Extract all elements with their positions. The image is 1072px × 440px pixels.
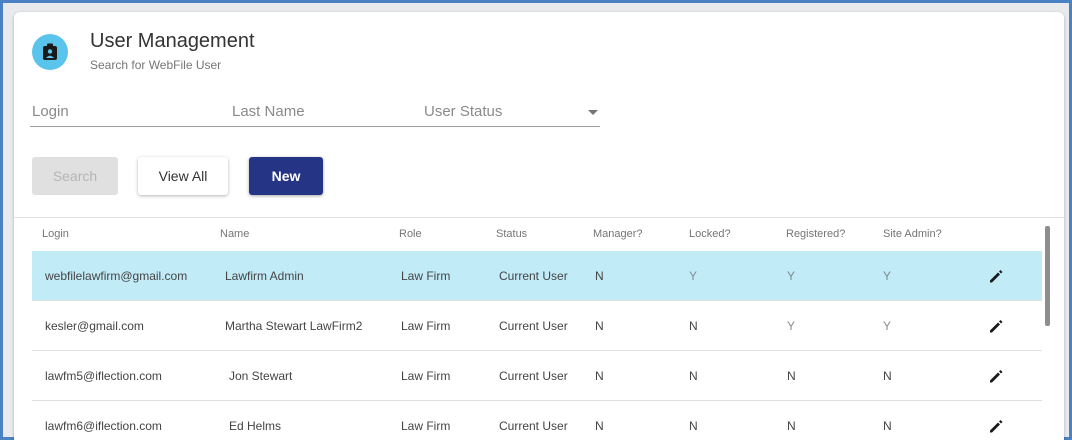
pencil-edit-icon[interactable] [987, 317, 1005, 335]
cell-role: Law Firm [401, 419, 451, 433]
column-header-registered[interactable]: Registered? [786, 228, 845, 240]
column-header-name[interactable]: Name [220, 228, 249, 240]
cell-role: Law Firm [401, 269, 451, 283]
cell-role: Law Firm [401, 319, 451, 333]
cell-role: Law Firm [401, 369, 451, 383]
cell-status: Current User [499, 419, 568, 433]
cell-name: Jon Stewart [229, 369, 293, 383]
page-title: User Management [90, 30, 255, 52]
cell-locked: N [689, 419, 698, 433]
pencil-edit-icon[interactable] [987, 267, 1005, 285]
cell-site-admin: Y [883, 319, 892, 333]
cell-locked: N [689, 319, 698, 333]
cell-login: lawfm6@iflection.com [45, 419, 162, 433]
cell-name: Martha Stewart LawFirm2 [225, 319, 363, 333]
table-header: Login Name Role Status Manager? Locked? … [32, 218, 1042, 251]
search-filters: Login Last Name User Status [30, 97, 600, 131]
cell-registered: Y [787, 269, 796, 283]
user-badge-icon [32, 34, 68, 70]
cell-name: Ed Helms [229, 419, 282, 433]
last-name-field-label: Last Name [232, 103, 305, 120]
cell-status: Current User [499, 319, 568, 333]
column-header-role[interactable]: Role [399, 228, 422, 240]
table-row[interactable]: webfilelawfirm@gmail.com Lawfirm Admin L… [32, 251, 1042, 301]
user-status-select[interactable]: User Status [410, 97, 600, 127]
cell-manager: N [595, 419, 604, 433]
pencil-edit-icon[interactable] [987, 367, 1005, 385]
new-user-button[interactable]: New [249, 157, 323, 195]
user-status-select-label: User Status [424, 103, 503, 120]
cell-manager: N [595, 369, 604, 383]
column-header-manager[interactable]: Manager? [593, 228, 643, 240]
user-management-card: User Management Search for WebFile User … [14, 12, 1064, 440]
users-table: Login Name Role Status Manager? Locked? … [14, 217, 1064, 440]
cell-login: kesler@gmail.com [45, 319, 144, 333]
table-row[interactable]: kesler@gmail.com Martha Stewart LawFirm2… [32, 301, 1042, 351]
cell-status: Current User [499, 269, 568, 283]
cell-login: webfilelawfirm@gmail.com [45, 269, 188, 283]
cell-manager: N [595, 269, 604, 283]
cell-login: lawfm5@iflection.com [45, 369, 162, 383]
table-row[interactable]: lawfm5@iflection.com Jon Stewart Law Fir… [32, 351, 1042, 401]
cell-registered: N [787, 419, 796, 433]
column-header-locked[interactable]: Locked? [689, 228, 731, 240]
cell-registered: Y [787, 319, 796, 333]
last-name-field[interactable]: Last Name [220, 97, 410, 127]
table-row[interactable]: lawfm6@iflection.com Ed Helms Law Firm C… [32, 401, 1042, 440]
pencil-edit-icon[interactable] [987, 417, 1005, 435]
dropdown-caret-icon[interactable] [588, 110, 598, 115]
login-field[interactable]: Login [30, 97, 220, 127]
cell-site-admin: N [883, 369, 892, 383]
cell-locked: N [689, 369, 698, 383]
cell-site-admin: Y [883, 269, 892, 283]
view-all-button[interactable]: View All [138, 157, 228, 195]
table-scrollbar[interactable] [1045, 226, 1050, 326]
cell-registered: N [787, 369, 796, 383]
cell-name: Lawfirm Admin [225, 269, 304, 283]
cell-status: Current User [499, 369, 568, 383]
cell-locked: Y [689, 269, 698, 283]
cell-manager: N [595, 319, 604, 333]
search-button[interactable]: Search [32, 157, 118, 195]
login-field-label: Login [32, 103, 69, 120]
page-subtitle: Search for WebFile User [90, 58, 222, 72]
cell-site-admin: N [883, 419, 892, 433]
column-header-status[interactable]: Status [496, 228, 527, 240]
column-header-login[interactable]: Login [42, 228, 69, 240]
action-buttons: Search View All New [32, 157, 352, 197]
column-header-site-admin[interactable]: Site Admin? [883, 228, 942, 240]
